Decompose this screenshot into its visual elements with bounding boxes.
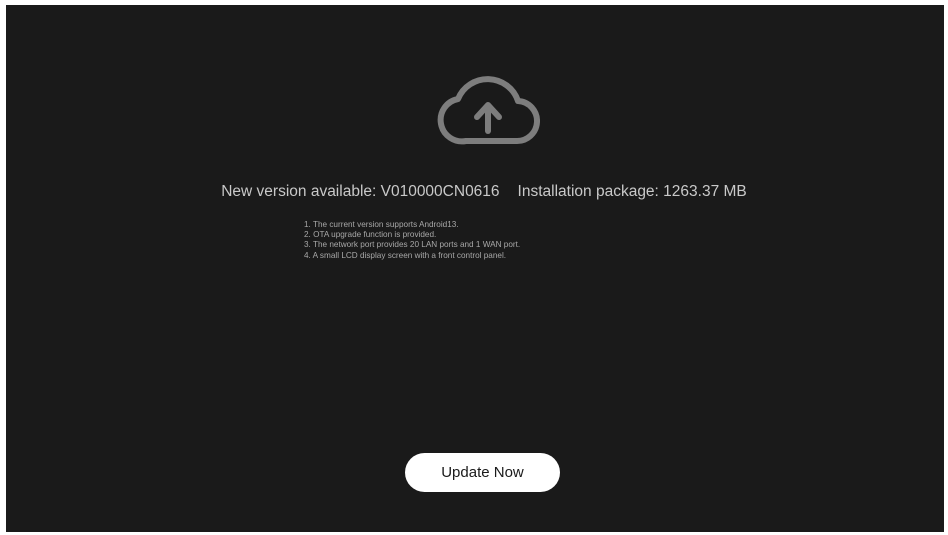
update-now-button[interactable]: Update Now bbox=[405, 453, 560, 492]
release-note-item: 4. A small LCD display screen with a fro… bbox=[304, 250, 507, 260]
update-screen: New version available: V010000CN0616 Inst… bbox=[6, 5, 944, 532]
release-note-item: 3. The network port provides 20 LAN port… bbox=[304, 240, 521, 250]
release-note-item: 2. OTA upgrade function is provided. bbox=[304, 230, 437, 240]
package-size-text: Installation package: 1263.37 MB bbox=[517, 183, 747, 200]
new-version-text: New version available: V010000CN0616 bbox=[221, 183, 500, 200]
version-headline: New version available: V010000CN0616 Inst… bbox=[6, 183, 948, 201]
release-notes: 1. The current version supports Android1… bbox=[304, 220, 520, 261]
cloud-upload-icon bbox=[437, 76, 540, 145]
release-note-item: 1. The current version supports Android1… bbox=[304, 220, 459, 229]
